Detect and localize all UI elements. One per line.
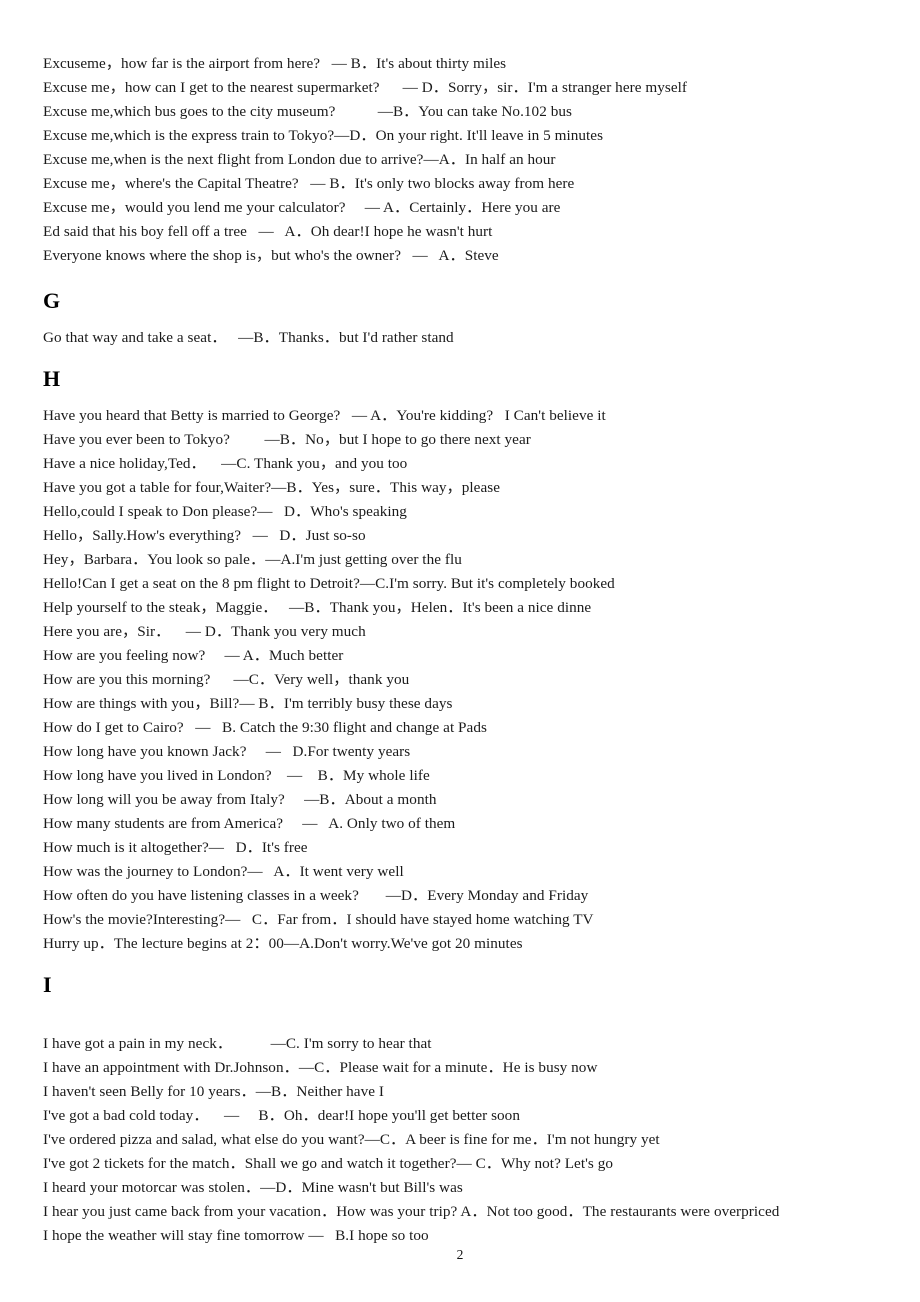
qa-line: Excuseme，how far is the airport from her… — [43, 55, 507, 72]
qa-line: How do I get to Cairo? — B. Catch the 9:… — [43, 719, 487, 736]
qa-line: I've got a bad cold today． — B．Oh．dear!I… — [43, 1107, 520, 1124]
qa-line: Hello,could I speak to Don please?— D．Wh… — [43, 503, 407, 520]
qa-line: I heard your motorcar was stolen．—D．Mine… — [43, 1179, 463, 1196]
qa-line: How long will you be away from Italy? —B… — [43, 791, 437, 808]
qa-line: Have a nice holiday,Ted． —C. Thank you，a… — [43, 455, 408, 472]
qa-line: How was the journey to London?— A．It wen… — [43, 863, 404, 880]
page-number: 2 — [456, 1247, 464, 1262]
qa-line: Here you are，Sir． — D．Thank you very muc… — [43, 623, 366, 640]
qa-line: Hey，Barbara．You look so pale．—A.I'm just… — [43, 551, 462, 568]
qa-line: How long have you known Jack? — D.For tw… — [43, 743, 411, 760]
qa-line: How's the movie?Interesting?— C．Far from… — [43, 911, 594, 928]
qa-line: How many students are from America? — A.… — [43, 815, 456, 832]
qa-line: I hear you just came back from your vaca… — [43, 1203, 780, 1220]
document-body: Excuseme，how far is the airport from her… — [43, 52, 876, 1248]
qa-line: How long have you lived in London? — B．M… — [43, 767, 430, 784]
qa-line: Have you heard that Betty is married to … — [43, 407, 606, 424]
document-page: Excuseme，how far is the airport from her… — [0, 0, 920, 1302]
qa-line: Have you ever been to Tokyo? —B．No，but I… — [43, 431, 531, 448]
qa-line: How often do you have listening classes … — [43, 887, 589, 904]
qa-line: Excuse me,which bus goes to the city mus… — [43, 103, 572, 120]
qa-line: Excuse me，would you lend me your calcula… — [43, 199, 561, 216]
qa-line: Hurry up．The lecture begins at 2：00—A.Do… — [43, 935, 523, 952]
qa-line: How are you this morning? —C．Very well，t… — [43, 671, 410, 688]
qa-line: Excuse me，how can I get to the nearest s… — [43, 79, 687, 96]
section-heading-i: I — [43, 972, 52, 997]
qa-line: Excuse me,which is the express train to … — [43, 127, 604, 144]
qa-line: Hello!Can I get a seat on the 8 pm fligh… — [43, 575, 615, 592]
qa-line: Excuse me，where's the Capital Theatre? —… — [43, 175, 575, 192]
qa-line: How are things with you，Bill?— B．I'm ter… — [43, 695, 453, 712]
qa-line: Have you got a table for four,Waiter?—B．… — [43, 479, 501, 496]
qa-line: Go that way and take a seat． —B．Thanks．b… — [43, 329, 454, 346]
qa-line: I have an appointment with Dr.Johnson．—C… — [43, 1059, 598, 1076]
qa-line: I've ordered pizza and salad, what else … — [43, 1131, 660, 1148]
section-heading-h: H — [43, 366, 61, 391]
qa-line: How much is it altogether?— D．It's free — [43, 839, 308, 856]
qa-line: Ed said that his boy fell off a tree — A… — [43, 223, 493, 240]
qa-line: How are you feeling now? — A．Much better — [43, 647, 344, 664]
qa-line: Hello，Sally.How's everything? — D．Just s… — [43, 527, 366, 544]
qa-line: Excuse me,when is the next flight from L… — [43, 151, 556, 168]
qa-line: Help yourself to the steak，Maggie． —B．Th… — [43, 599, 592, 616]
qa-line: I hope the weather will stay fine tomorr… — [43, 1227, 429, 1244]
qa-line: I haven't seen Belly for 10 years．—B．Nei… — [43, 1083, 384, 1100]
qa-line: I have got a pain in my neck． —C. I'm so… — [43, 1035, 432, 1052]
qa-line: I've got 2 tickets for the match．Shall w… — [43, 1155, 613, 1172]
section-heading-g: G — [43, 288, 61, 313]
qa-line: Everyone knows where the shop is，but who… — [43, 247, 499, 264]
